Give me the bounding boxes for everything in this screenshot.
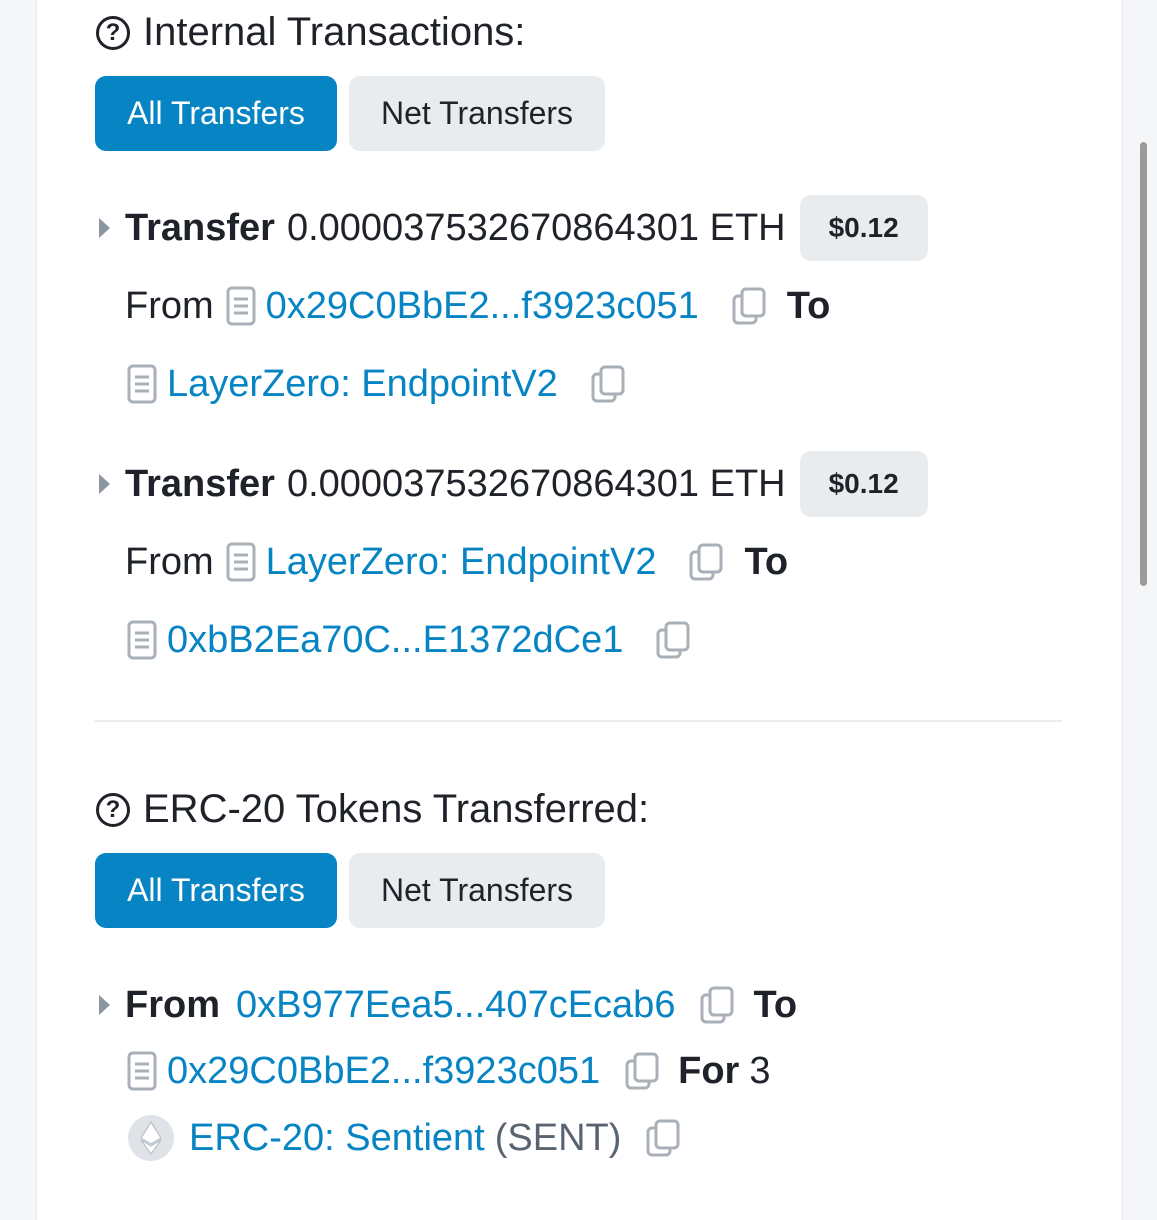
caret-right-icon[interactable]	[99, 995, 110, 1015]
copy-icon[interactable]	[624, 1051, 660, 1091]
from-address-link[interactable]: 0x29C0BbE2...f3923c051	[266, 285, 699, 328]
document-icon	[127, 364, 157, 404]
tab-all-transfers[interactable]: All Transfers	[95, 76, 337, 151]
document-icon	[226, 286, 256, 326]
from-label: From	[125, 983, 220, 1026]
transfer-amount: 0.000037532670864301 ETH	[286, 206, 786, 249]
transfer-label: Transfer	[125, 206, 275, 249]
internal-transactions-title: ? Internal Transactions:	[96, 10, 525, 55]
copy-icon[interactable]	[731, 286, 767, 326]
for-label: For	[678, 1049, 740, 1092]
from-address-link[interactable]: LayerZero: EndpointV2	[266, 541, 657, 584]
caret-right-icon[interactable]	[99, 218, 110, 238]
internal-transfer-from-line: From LayerZero: EndpointV2 To	[125, 532, 788, 592]
from-label: From	[125, 540, 214, 583]
token-name-link[interactable]: ERC-20: Sentient	[189, 1117, 485, 1160]
internal-transactions-heading: Internal Transactions:	[143, 10, 526, 54]
internal-transfer-row: Transfer 0.000037532670864301 ETH $0.12	[99, 195, 928, 261]
to-label: To	[744, 540, 789, 583]
erc20-transfer-tabs: All Transfers Net Transfers	[95, 853, 605, 928]
usd-value-badge: $0.12	[799, 195, 928, 261]
erc20-transfer-to-line: 0x29C0BbE2...f3923c051 For 3	[127, 1041, 770, 1101]
to-label: To	[753, 983, 798, 1026]
token-symbol: (SENT)	[494, 1116, 622, 1159]
erc20-transfer-row: From 0xB977Eea5...407cEcab6 To	[99, 975, 797, 1035]
scrollbar[interactable]	[1140, 142, 1147, 586]
from-label: From	[125, 284, 214, 327]
question-circle-icon[interactable]: ?	[96, 15, 130, 50]
copy-icon[interactable]	[590, 364, 626, 404]
internal-transfer-from-line: From 0x29C0BbE2...f3923c051 To	[125, 276, 830, 336]
question-circle-icon[interactable]: ?	[96, 792, 130, 827]
caret-right-icon[interactable]	[99, 474, 110, 494]
document-icon	[226, 542, 256, 582]
copy-icon[interactable]	[655, 620, 691, 660]
section-divider	[95, 720, 1062, 722]
document-icon	[127, 1051, 157, 1091]
tab-all-transfers[interactable]: All Transfers	[95, 853, 337, 928]
internal-transfer-tabs: All Transfers Net Transfers	[95, 76, 605, 151]
transfer-amount: 0.000037532670864301 ETH	[286, 462, 786, 505]
usd-value-badge: $0.12	[799, 451, 928, 517]
internal-transfer-row: Transfer 0.000037532670864301 ETH $0.12	[99, 451, 928, 517]
erc20-transfers-title: ? ERC-20 Tokens Transferred:	[96, 787, 649, 832]
to-address-link[interactable]: 0x29C0BbE2...f3923c051	[167, 1050, 600, 1093]
internal-transfer-to-line: 0xbB2Ea70C...E1372dCe1	[127, 610, 691, 670]
token-amount: 3	[749, 1049, 771, 1092]
document-icon	[127, 620, 157, 660]
internal-transfer-to-line: LayerZero: EndpointV2	[127, 354, 626, 414]
copy-icon[interactable]	[688, 542, 724, 582]
erc20-token-line: ERC-20: Sentient (SENT)	[127, 1108, 681, 1168]
to-address-link[interactable]: LayerZero: EndpointV2	[167, 363, 558, 406]
to-label: To	[786, 284, 831, 327]
ethereum-icon	[127, 1114, 175, 1162]
tab-net-transfers[interactable]: Net Transfers	[349, 76, 605, 151]
copy-icon[interactable]	[699, 985, 735, 1025]
copy-icon[interactable]	[645, 1118, 681, 1158]
tab-net-transfers[interactable]: Net Transfers	[349, 853, 605, 928]
erc20-transfers-heading: ERC-20 Tokens Transferred:	[143, 787, 650, 831]
from-address-link[interactable]: 0xB977Eea5...407cEcab6	[236, 984, 675, 1027]
to-address-link[interactable]: 0xbB2Ea70C...E1372dCe1	[167, 619, 623, 662]
transfer-label: Transfer	[125, 462, 275, 505]
